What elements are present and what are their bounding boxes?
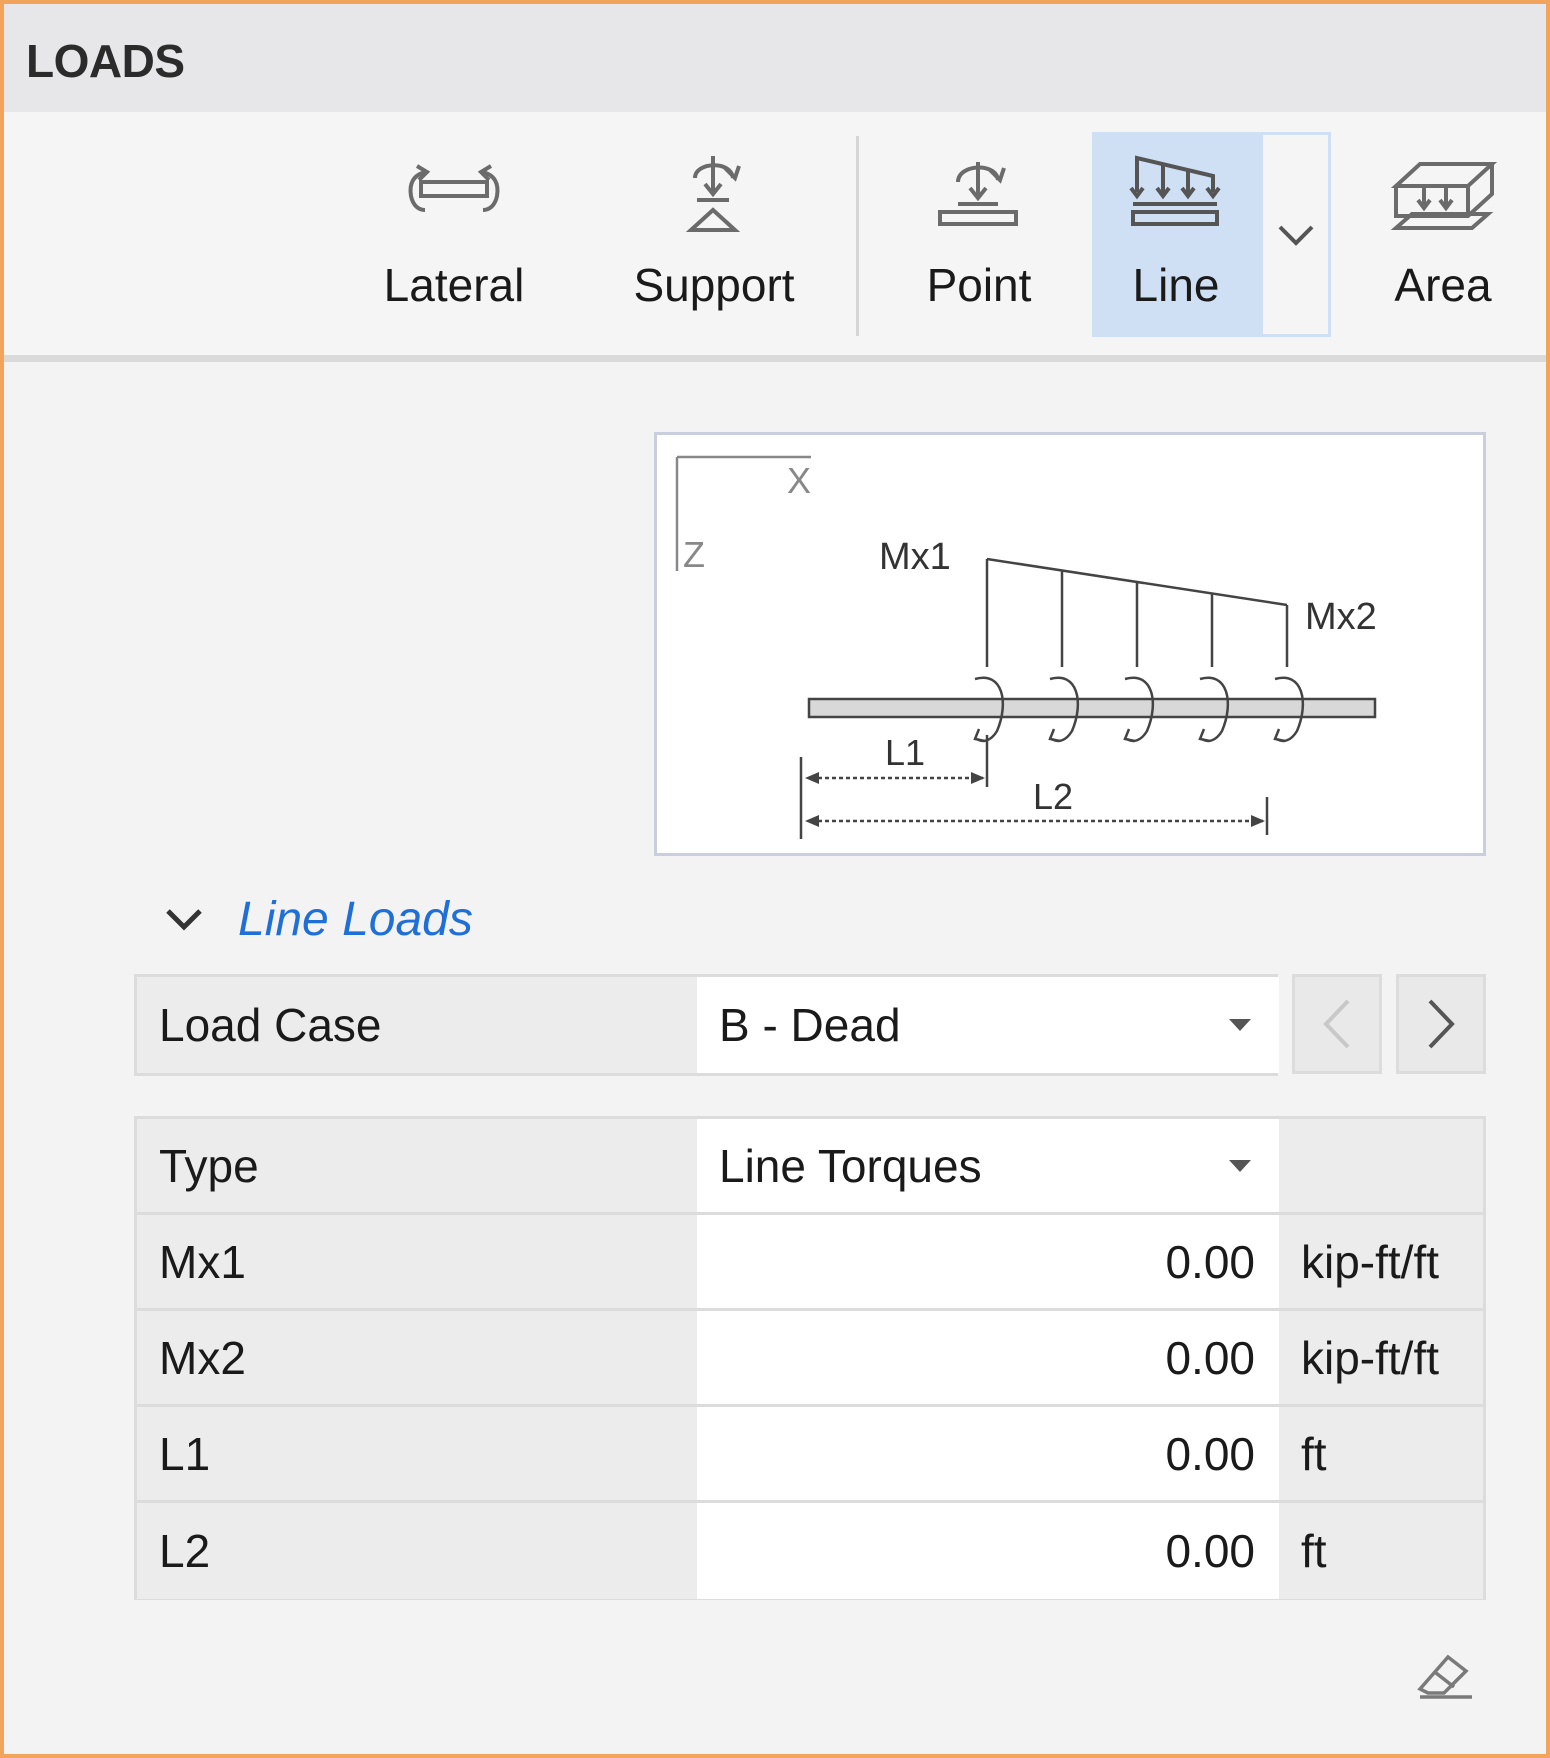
chevron-down-icon: [166, 909, 202, 931]
l1-input[interactable]: 0.00: [697, 1407, 1279, 1500]
ribbon-toolbar: Lateral Support Point Line Area: [4, 112, 1546, 362]
line-torque-diagram: X Z Mx1 Mx2 L1 L2: [654, 432, 1486, 856]
point-load-icon: [894, 152, 1064, 252]
support-label: Support: [633, 259, 795, 311]
point-button[interactable]: Point: [894, 132, 1064, 337]
diagram-mx2-label: Mx2: [1305, 596, 1377, 638]
previous-load-case-button[interactable]: [1292, 974, 1382, 1074]
l2-unit: ft: [1279, 1503, 1483, 1599]
point-label: Point: [926, 259, 1032, 311]
lateral-button[interactable]: Lateral: [364, 132, 544, 337]
line-load-properties-grid: Type Line Torques Mx1 0.00 kip-ft/ft Mx2…: [134, 1116, 1486, 1600]
mx1-row: Mx1 0.00 kip-ft/ft: [137, 1215, 1483, 1311]
type-select[interactable]: Line Torques: [697, 1119, 1279, 1212]
dropdown-arrow-icon: [1229, 1159, 1251, 1172]
l2-input[interactable]: 0.00: [697, 1503, 1279, 1599]
load-case-row: Load Case B - Dead: [137, 977, 1279, 1073]
mx1-input[interactable]: 0.00: [697, 1215, 1279, 1308]
line-label: Line: [1132, 259, 1220, 311]
diagram-x-axis-label: X: [787, 460, 811, 501]
section-title: Line Loads: [238, 892, 473, 946]
mx1-label: Mx1: [137, 1215, 697, 1308]
mx2-unit: kip-ft/ft: [1279, 1311, 1483, 1404]
l2-label: L2: [137, 1503, 697, 1599]
load-case-grid: Load Case B - Dead: [134, 974, 1279, 1076]
panel-title: LOADS: [26, 35, 185, 87]
type-unit-cell: [1279, 1119, 1483, 1212]
diagram-l1-label: L1: [885, 732, 925, 773]
chevron-down-icon: [1278, 225, 1313, 246]
area-label: Area: [1394, 259, 1492, 311]
next-load-case-button[interactable]: [1396, 974, 1486, 1074]
load-case-value: B - Dead: [719, 999, 901, 1051]
diagram-z-axis-label: Z: [683, 534, 705, 575]
ribbon-divider: [856, 136, 859, 336]
chevron-left-icon: [1323, 999, 1350, 1049]
loads-panel: LOADS Lateral Support Point Line Area X …: [0, 0, 1550, 1758]
load-case-label: Load Case: [137, 977, 697, 1073]
line-load-icon: [1092, 152, 1260, 252]
support-button[interactable]: Support: [614, 132, 814, 337]
line-button[interactable]: Line: [1092, 132, 1260, 337]
chevron-right-icon: [1428, 999, 1455, 1049]
area-load-icon: [1368, 152, 1518, 252]
line-loads-section-toggle[interactable]: Line Loads: [164, 884, 473, 954]
mx2-input[interactable]: 0.00: [697, 1311, 1279, 1404]
dropdown-arrow-icon: [1229, 1019, 1251, 1031]
l1-unit: ft: [1279, 1407, 1483, 1500]
l1-row: L1 0.00 ft: [137, 1407, 1483, 1503]
type-label: Type: [137, 1119, 697, 1212]
mx1-unit: kip-ft/ft: [1279, 1215, 1483, 1308]
diagram-mx1-label: Mx1: [879, 536, 951, 578]
l1-label: L1: [137, 1407, 697, 1500]
eraser-icon: [1417, 1654, 1472, 1699]
lateral-load-icon: [364, 152, 544, 252]
diagram-beam: [807, 697, 1377, 719]
diagram-l2-label: L2: [1033, 776, 1073, 817]
support-load-icon: [614, 152, 814, 252]
type-value: Line Torques: [719, 1139, 982, 1192]
type-row: Type Line Torques: [137, 1119, 1483, 1215]
load-case-select[interactable]: B - Dead: [697, 977, 1279, 1073]
l2-row: L2 0.00 ft: [137, 1503, 1483, 1599]
area-button[interactable]: Area: [1368, 132, 1518, 337]
line-dropdown-button[interactable]: [1260, 132, 1331, 337]
lateral-label: Lateral: [383, 259, 525, 311]
clear-button[interactable]: [1414, 1649, 1476, 1701]
mx2-label: Mx2: [137, 1311, 697, 1404]
panel-header: LOADS: [4, 4, 1546, 112]
mx2-row: Mx2 0.00 kip-ft/ft: [137, 1311, 1483, 1407]
